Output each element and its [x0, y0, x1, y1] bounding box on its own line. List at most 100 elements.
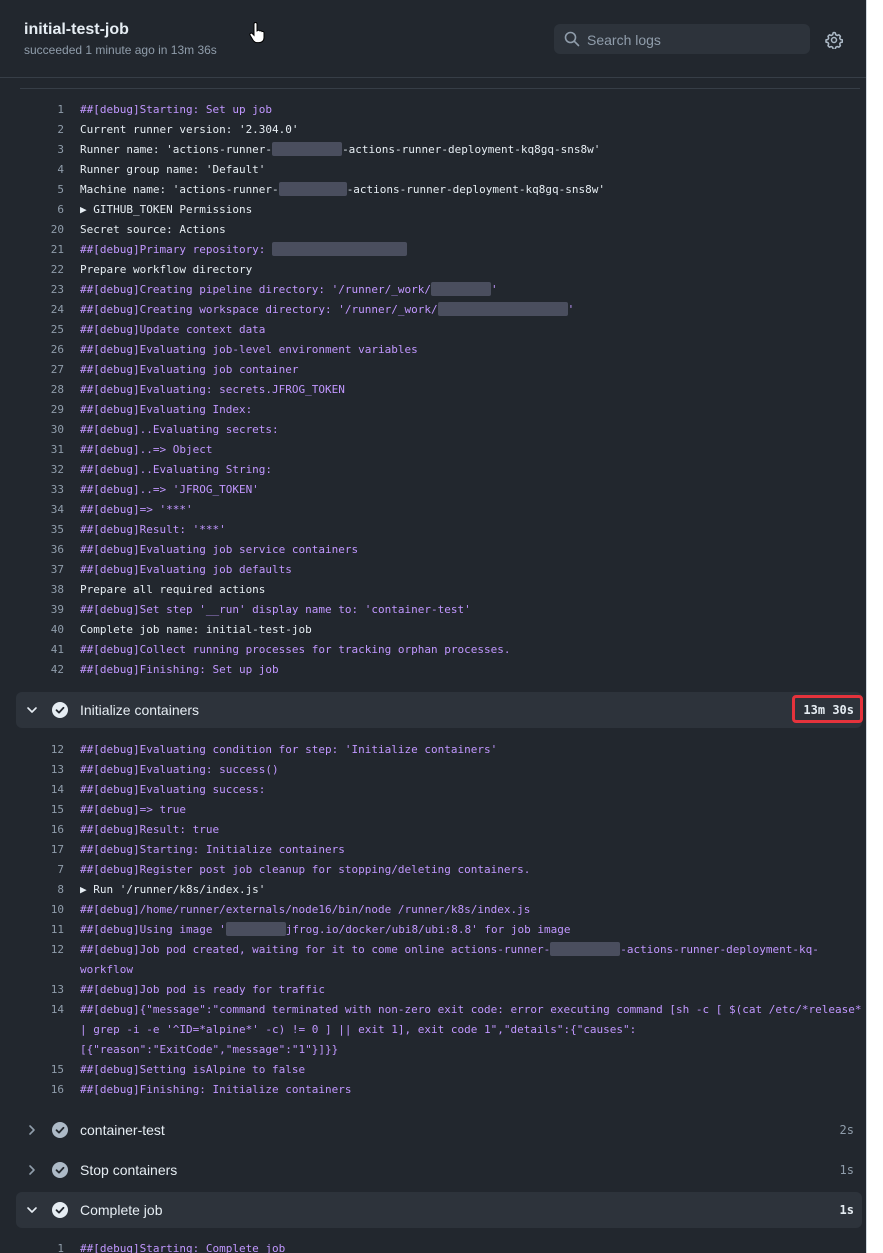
line-number[interactable]: 42 [24, 660, 64, 680]
line-number[interactable]: 15 [24, 800, 64, 820]
log-segment: ##[debug]..Evaluating secrets: [80, 423, 279, 436]
log-segment: ##[debug]..Evaluating String: [80, 463, 273, 476]
line-number[interactable]: 28 [24, 380, 64, 400]
line-number[interactable]: 1 [24, 1239, 64, 1253]
line-number[interactable]: 23 [24, 280, 64, 300]
log-text: Runner group name: 'Default' [80, 160, 265, 180]
line-number[interactable]: 8 [24, 880, 64, 900]
line-number[interactable]: 31 [24, 440, 64, 460]
line-number[interactable]: 10 [24, 900, 64, 920]
step-container-test[interactable]: container-test 2s [16, 1112, 862, 1148]
line-number[interactable]: 30 [24, 420, 64, 440]
log-text: ▶ GITHUB_TOKEN Permissions [80, 200, 252, 220]
log-segment: ##[debug]Evaluating success: [80, 783, 266, 796]
log-segment: ##[debug]Job pod created, waiting for it… [80, 943, 551, 956]
log-text: Current runner version: '2.304.0' [80, 120, 299, 140]
log-text: ##[debug]Job pod is ready for traffic [80, 980, 325, 1000]
line-number[interactable]: 3 [24, 140, 64, 160]
job-title: initial-test-job [24, 21, 129, 38]
line-number[interactable]: 16 [24, 820, 64, 840]
chevron-down-icon[interactable] [26, 1204, 38, 1216]
step-duration: 2s [839, 1123, 854, 1137]
line-number[interactable]: 32 [24, 460, 64, 480]
log-segment: ##[debug]..=> 'JFROG_TOKEN' [80, 483, 259, 496]
line-number[interactable]: 14 [24, 1000, 64, 1020]
line-number[interactable]: 20 [24, 220, 64, 240]
log-segment: Prepare all required actions [80, 583, 266, 596]
line-number[interactable]: 12 [24, 940, 64, 960]
log-text: Complete job name: initial-test-job [80, 620, 312, 640]
search-logs[interactable] [554, 24, 810, 56]
log-text: ##[debug]Result: '***' [80, 520, 226, 540]
line-number[interactable]: 39 [24, 600, 64, 620]
log-text: ##[debug]Set step '__run' display name t… [80, 600, 471, 620]
log-text: ##[debug]Finishing: Initialize container… [80, 1080, 352, 1100]
line-number[interactable]: 14 [24, 780, 64, 800]
line-number[interactable]: 21 [24, 240, 64, 260]
line-number[interactable]: 25 [24, 320, 64, 340]
log-segment: Machine name: 'actions-runner- [80, 183, 279, 196]
line-number[interactable]: 12 [24, 740, 64, 760]
line-number[interactable]: 7 [24, 860, 64, 880]
job-header: initial-test-job succeeded 1 minute ago … [0, 0, 866, 78]
line-number[interactable]: 34 [24, 500, 64, 520]
log-segment: ##[debug]Evaluating: success() [80, 763, 279, 776]
line-number[interactable]: 13 [24, 760, 64, 780]
line-number[interactable]: 41 [24, 640, 64, 660]
step-stop-containers[interactable]: Stop containers 1s [16, 1152, 862, 1188]
line-number[interactable]: 15 [24, 1060, 64, 1080]
chevron-right-icon[interactable] [26, 1124, 38, 1136]
log-segment: ' [491, 283, 498, 296]
line-number[interactable]: 27 [24, 360, 64, 380]
gear-icon[interactable] [825, 31, 844, 54]
line-number[interactable]: 2 [24, 120, 64, 140]
chevron-right-icon[interactable] [26, 1164, 38, 1176]
log-text: Secret source: Actions [80, 220, 226, 240]
log-text: ##[debug]Evaluating success: [80, 780, 265, 800]
line-number[interactable]: 22 [24, 260, 64, 280]
line-number[interactable]: 4 [24, 160, 64, 180]
log-segment: [{"reason":"ExitCode","message":"1"}]}} [80, 1043, 339, 1056]
line-number[interactable]: 13 [24, 980, 64, 1000]
log-segment: Prepare workflow directory [80, 263, 253, 276]
line-number[interactable]: 35 [24, 520, 64, 540]
duration-highlight-box [792, 695, 863, 723]
log-text: [{"reason":"ExitCode","message":"1"}]}} [80, 1040, 338, 1060]
log-text: ##[debug]Result: true [80, 820, 219, 840]
chevron-down-icon[interactable] [26, 704, 38, 716]
log-text: ##[debug]Finishing: Set up job [80, 660, 279, 680]
line-number[interactable]: 38 [24, 580, 64, 600]
page-scrollbar[interactable] [866, 0, 883, 1253]
line-number[interactable]: 6 [24, 200, 64, 220]
line-number[interactable]: 36 [24, 540, 64, 560]
log-segment: ##[debug]Creating workspace directory: '… [80, 303, 438, 316]
line-number[interactable]: 1 [24, 100, 64, 120]
line-number[interactable]: 17 [24, 840, 64, 860]
log-segment: ##[debug]Evaluating Index: [80, 403, 253, 416]
log-segment: ##[debug]=> true [80, 803, 186, 816]
line-number[interactable]: 37 [24, 560, 64, 580]
hand-cursor-icon [249, 22, 265, 49]
log-text: ##[debug]Starting: Set up job [80, 100, 272, 120]
log-segment: Complete job name: initial-test-job [80, 623, 312, 636]
line-number[interactable]: 29 [24, 400, 64, 420]
line-number[interactable]: 11 [24, 920, 64, 940]
line-number[interactable]: 33 [24, 480, 64, 500]
log-segment: ##[debug]Starting: Set up job [80, 103, 273, 116]
step-initialize-containers[interactable]: Initialize containers 13m 30s [16, 692, 863, 728]
step-complete-job[interactable]: Complete job 1s [16, 1192, 862, 1228]
log-segment: jfrog.io/docker/ubi8/ubi:8.8' for job im… [285, 923, 571, 936]
log-text: ##[debug]{"message":"command terminated … [80, 1000, 861, 1020]
line-number[interactable]: 24 [24, 300, 64, 320]
line-number[interactable]: 40 [24, 620, 64, 640]
log-text: ##[debug]Creating pipeline directory: '/… [80, 280, 498, 300]
redacted-block [550, 942, 621, 956]
line-number[interactable]: 5 [24, 180, 64, 200]
search-input[interactable] [585, 24, 809, 56]
line-number[interactable]: 16 [24, 1080, 64, 1100]
log-text: ##[debug]Evaluating: success() [80, 760, 279, 780]
log-segment: ##[debug]Primary repository: [80, 243, 273, 256]
log-segment: ##[debug]{"message":"command terminated … [80, 1003, 862, 1016]
line-number[interactable]: 26 [24, 340, 64, 360]
log-text: ##[debug]/home/runner/externals/node16/b… [80, 900, 530, 920]
